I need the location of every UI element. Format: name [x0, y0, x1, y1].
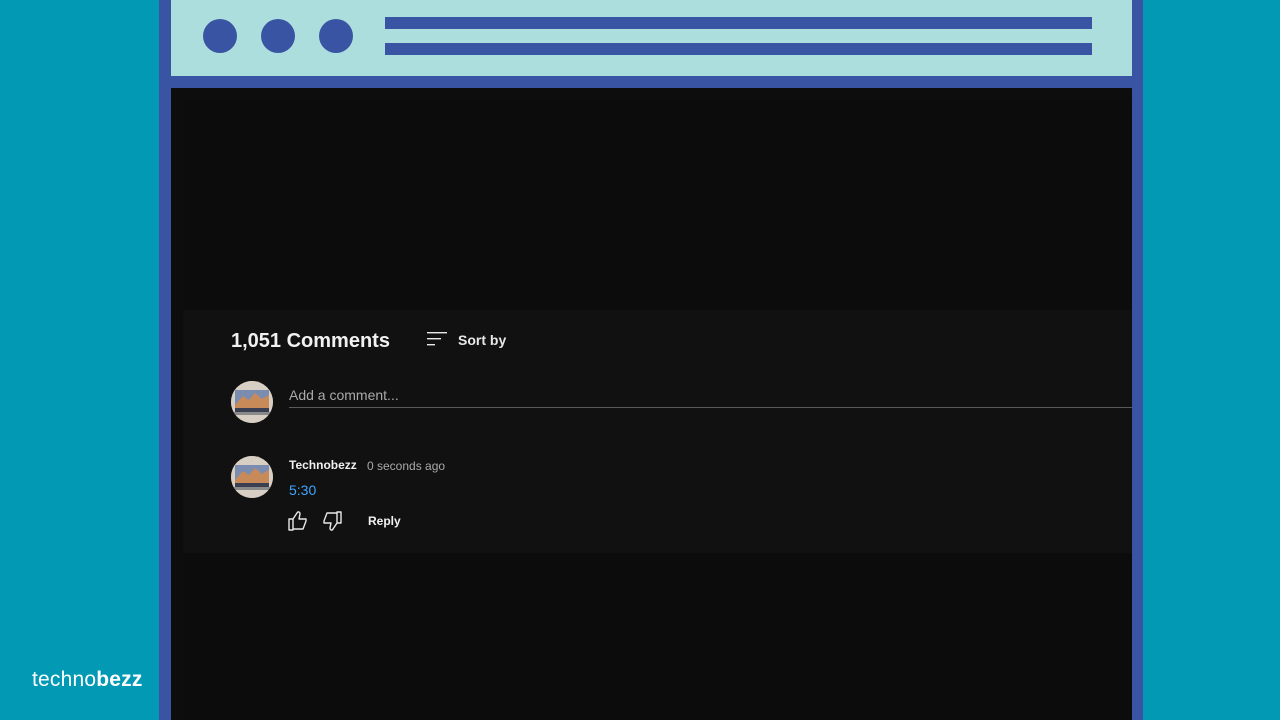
user-avatar [231, 381, 273, 423]
thumbs-down-icon[interactable] [321, 510, 343, 532]
comment-author[interactable]: Technobezz [289, 458, 357, 472]
comment-timestamp-link[interactable]: 5:30 [289, 482, 316, 498]
titlebar-line-2 [385, 43, 1092, 55]
reply-button[interactable]: Reply [368, 514, 401, 528]
comment-author-avatar[interactable] [231, 456, 273, 498]
comment-time[interactable]: 0 seconds ago [367, 459, 445, 473]
video-area [183, 100, 1132, 310]
thumbs-up-icon[interactable] [287, 510, 309, 532]
browser-titlebar [171, 0, 1132, 76]
window-dot-3 [319, 19, 353, 53]
lower-content-area [183, 553, 1132, 720]
window-dot-1 [203, 19, 237, 53]
avatar-image [231, 456, 273, 498]
sort-icon[interactable] [426, 331, 448, 347]
add-comment-input[interactable] [289, 383, 1132, 408]
sort-by-button[interactable]: Sort by [458, 332, 506, 348]
brand-part-1: techno [32, 668, 97, 691]
avatar-image [231, 381, 273, 423]
brand-part-2: bezz [96, 668, 143, 691]
technobezz-logo: technobezz [32, 668, 143, 692]
titlebar-line-1 [385, 17, 1092, 29]
window-dot-2 [261, 19, 295, 53]
comment-count: 1,051 Comments [231, 330, 390, 352]
